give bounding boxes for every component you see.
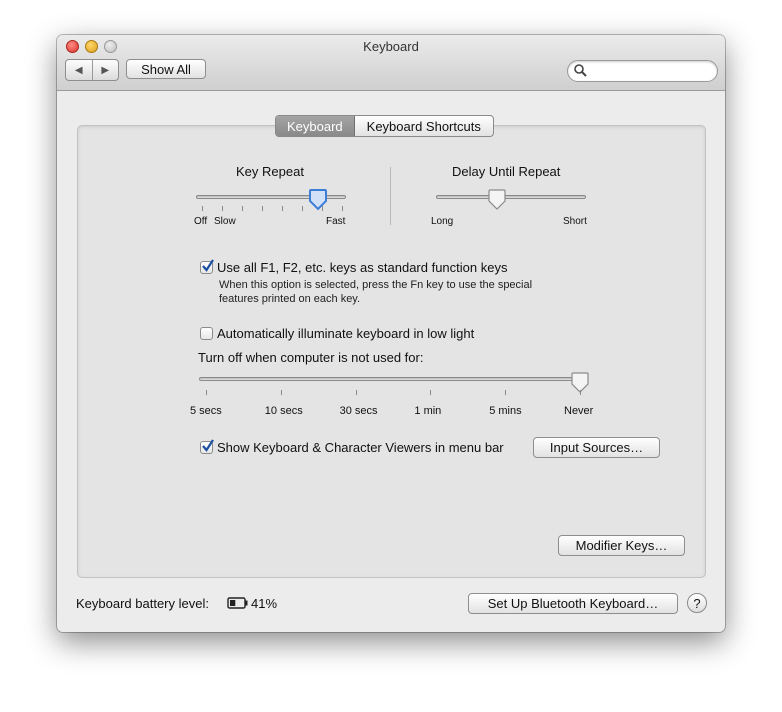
battery-icon — [227, 597, 248, 609]
turn-off-tick — [430, 390, 432, 395]
tab-bar: Keyboard Keyboard Shortcuts — [275, 115, 494, 137]
key-repeat-tick — [262, 206, 263, 211]
turn-off-tick — [580, 390, 581, 395]
set-up-bluetooth-keyboard-button[interactable]: Set Up Bluetooth Keyboard… — [468, 593, 678, 614]
key-repeat-tick — [202, 206, 203, 211]
fn-keys-label[interactable]: Use all F1, F2, etc. keys as standard fu… — [217, 260, 507, 275]
key-repeat-tick — [342, 206, 343, 211]
checkmark-icon — [202, 259, 214, 272]
turn-off-slider-track[interactable] — [199, 377, 581, 381]
battery-level-label: Keyboard battery level: — [76, 596, 209, 611]
back-forward-control: ◀ ▶ — [65, 59, 119, 81]
turn-off-tick — [355, 390, 357, 395]
turn-off-tick-label: 30 secs — [339, 405, 378, 417]
checkmark-icon — [202, 439, 214, 452]
titlebar: Keyboard ◀ ▶ Show All — [57, 35, 725, 91]
turn-off-tick-label: 5 secs — [190, 405, 222, 417]
show-all-button[interactable]: Show All — [126, 59, 206, 79]
illuminate-label[interactable]: Automatically illuminate keyboard in low… — [217, 326, 474, 341]
viewers-label[interactable]: Show Keyboard & Character Viewers in men… — [217, 440, 504, 455]
search-field[interactable] — [567, 60, 718, 82]
viewers-checkbox[interactable] — [200, 439, 214, 454]
turn-off-tick — [505, 390, 507, 395]
key-repeat-off-label: Off — [194, 216, 208, 227]
delay-until-repeat-label: Delay Until Repeat — [452, 164, 561, 179]
key-repeat-tick — [302, 206, 303, 211]
tab-keyboard[interactable]: Keyboard — [276, 116, 355, 136]
key-repeat-slow-label: Slow — [214, 216, 236, 227]
key-repeat-slider-thumb[interactable] — [308, 189, 328, 211]
delay-short-label: Short — [563, 216, 587, 227]
battery-level-value: 41% — [251, 596, 278, 611]
back-button[interactable]: ◀ — [66, 60, 93, 80]
tab-keyboard-shortcuts[interactable]: Keyboard Shortcuts — [355, 116, 493, 136]
delay-until-repeat-slider-thumb[interactable] — [487, 189, 507, 211]
key-repeat-tick — [242, 206, 243, 211]
modifier-keys-button[interactable]: Modifier Keys… — [558, 535, 685, 556]
turn-off-tick — [280, 390, 282, 395]
turn-off-tick-label: 5 mins — [489, 405, 522, 417]
turn-off-tick-label: Never — [564, 405, 594, 417]
key-repeat-fast-label: Fast — [326, 216, 346, 227]
turn-off-tick-label: 10 secs — [264, 405, 303, 417]
keyboard-preferences-window: Keyboard ◀ ▶ Show All Keyboard Keyboard … — [57, 35, 725, 632]
key-repeat-tick — [222, 206, 223, 211]
search-input[interactable] — [590, 62, 712, 80]
help-icon[interactable]: ? — [687, 593, 707, 613]
fn-keys-checkbox[interactable] — [200, 259, 214, 274]
turn-off-label: Turn off when computer is not used for: — [198, 350, 424, 365]
turn-off-tick — [206, 390, 207, 395]
search-icon — [574, 64, 587, 77]
forward-button[interactable]: ▶ — [93, 60, 119, 80]
fn-keys-help-text: When this option is selected, press the … — [219, 279, 533, 305]
input-sources-button[interactable]: Input Sources… — [533, 437, 660, 458]
turn-off-tick-label: 1 min — [414, 405, 442, 417]
illuminate-checkbox[interactable] — [200, 327, 213, 340]
delay-long-label: Long — [431, 216, 454, 227]
delay-until-repeat-slider-track[interactable] — [436, 195, 586, 199]
key-repeat-tick — [282, 206, 283, 211]
key-repeat-label: Key Repeat — [236, 164, 304, 179]
slider-divider — [390, 167, 391, 225]
window-title: Keyboard — [363, 39, 419, 54]
